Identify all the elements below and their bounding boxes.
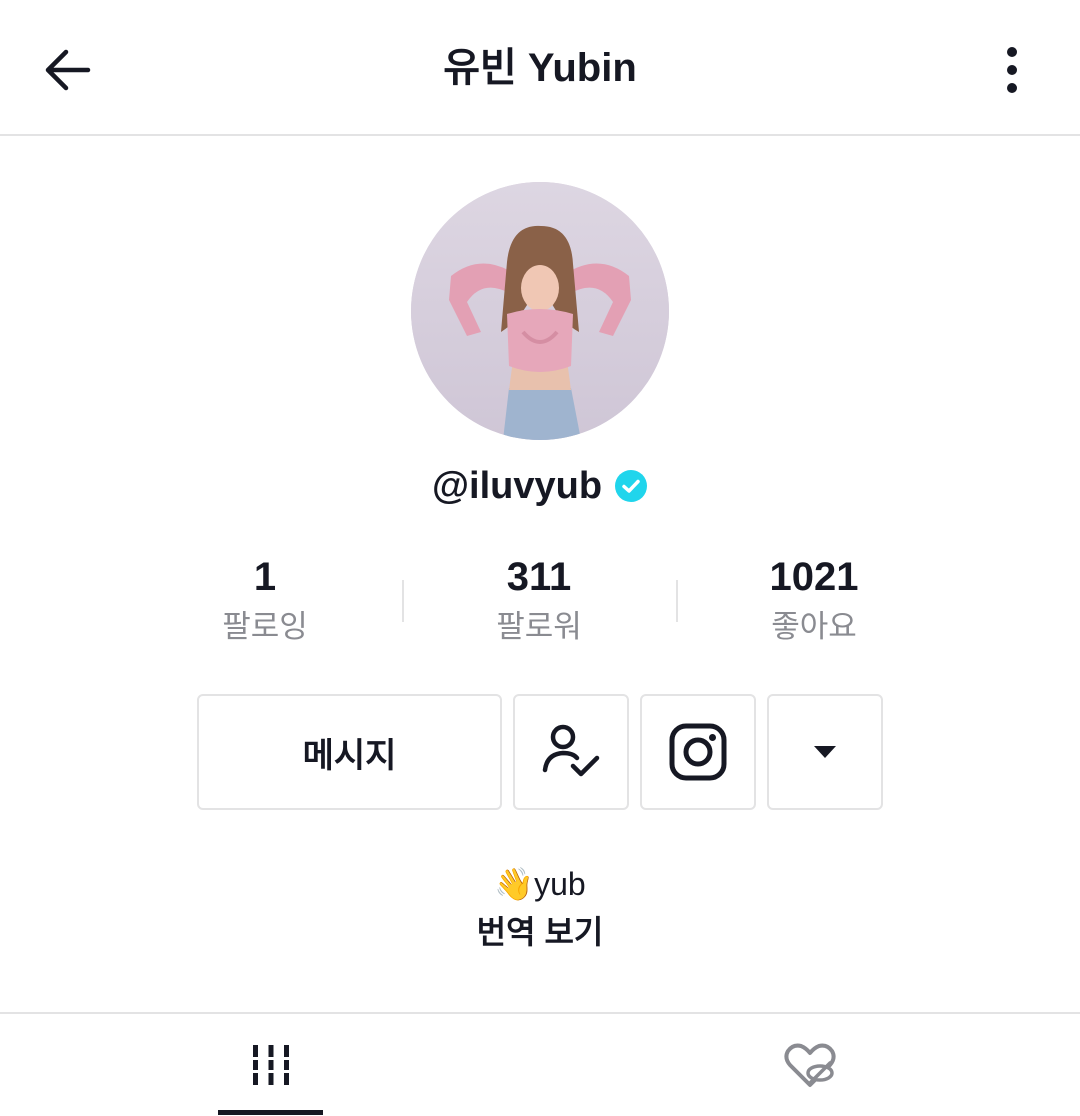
instagram-button[interactable] xyxy=(640,694,756,810)
translate-link[interactable]: 번역 보기 xyxy=(0,908,1080,956)
waving-hand-emoji: 👋 xyxy=(494,866,535,902)
handle-row: @iluvyub xyxy=(0,460,1080,512)
verified-badge-icon xyxy=(615,470,648,502)
following-label: 팔로잉 xyxy=(222,609,308,644)
instagram-icon xyxy=(669,723,727,781)
tab-videos[interactable] xyxy=(218,1014,323,1116)
stat-followers[interactable]: 311 팔로워 xyxy=(389,550,689,650)
followers-label: 팔로워 xyxy=(496,609,582,644)
arrow-left-icon xyxy=(45,49,91,91)
liked-hidden-icon xyxy=(783,1043,836,1087)
likes-label: 좋아요 xyxy=(771,609,857,644)
bio-text: yub xyxy=(534,866,586,902)
message-button-label: 메시지 xyxy=(302,736,397,775)
username-handle: @iluvyub xyxy=(431,465,603,507)
tab-liked[interactable] xyxy=(757,1014,862,1116)
bio: 👋yub xyxy=(0,860,1080,908)
likes-count: 1021 xyxy=(769,555,859,599)
caret-down-icon xyxy=(814,746,836,758)
more-suggestions-button[interactable] xyxy=(767,694,883,810)
page-title: 유빈 Yubin xyxy=(443,46,637,90)
top-bar: 유빈 Yubin xyxy=(0,0,1080,136)
more-options-button[interactable] xyxy=(986,38,1038,102)
stat-likes[interactable]: 1021 좋아요 xyxy=(664,550,964,650)
active-tab-indicator xyxy=(218,1110,323,1115)
avatar[interactable] xyxy=(411,182,669,440)
stat-following[interactable]: 1 팔로잉 xyxy=(115,550,415,650)
following-count: 1 xyxy=(253,555,277,599)
following-status-button[interactable] xyxy=(513,694,629,810)
vertical-ellipsis-icon xyxy=(1007,47,1017,93)
person-check-icon xyxy=(542,724,600,777)
followers-count: 311 xyxy=(506,555,572,599)
back-button[interactable] xyxy=(36,38,100,102)
videos-grid-icon xyxy=(252,1045,289,1085)
profile-tab-bar xyxy=(0,1012,1080,1116)
message-button[interactable]: 메시지 xyxy=(197,694,502,810)
avatar-image xyxy=(411,182,669,440)
